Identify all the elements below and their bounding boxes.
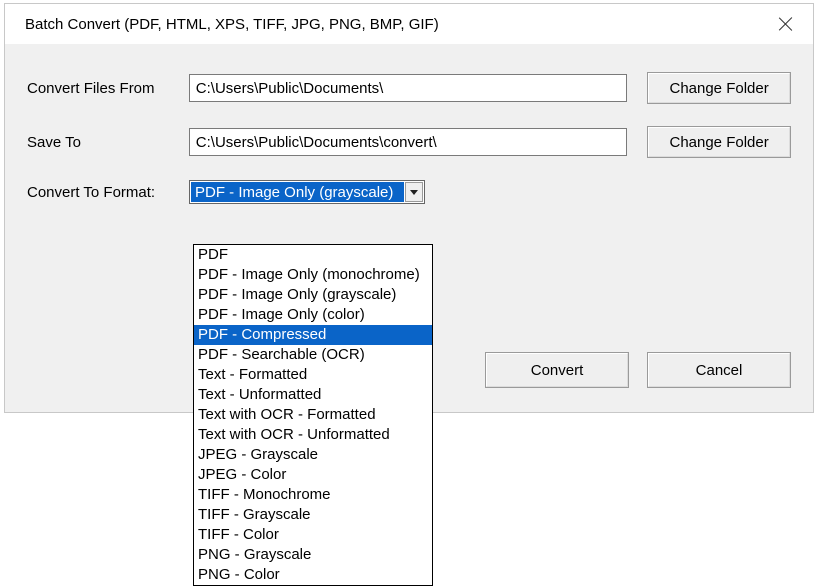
row-convert-from: Convert Files From Change Folder	[27, 72, 791, 104]
format-option[interactable]: TIFF - Grayscale	[194, 505, 432, 525]
format-option[interactable]: JPEG - Grayscale	[194, 445, 432, 465]
row-format: Convert To Format: PDF - Image Only (gra…	[27, 180, 791, 204]
chevron-down-icon[interactable]	[405, 182, 423, 202]
format-option[interactable]: PNG - Color	[194, 565, 432, 585]
change-folder-from-button[interactable]: Change Folder	[647, 72, 791, 104]
format-option[interactable]: Text - Unformatted	[194, 385, 432, 405]
format-option[interactable]: Text - Formatted	[194, 365, 432, 385]
format-option[interactable]: PDF - Searchable (OCR)	[194, 345, 432, 365]
format-option[interactable]: Text with OCR - Formatted	[194, 405, 432, 425]
convert-button[interactable]: Convert	[485, 352, 629, 388]
format-dropdown-list[interactable]: PDFPDF - Image Only (monochrome)PDF - Im…	[193, 244, 433, 586]
format-option[interactable]: TIFF - Color	[194, 525, 432, 545]
change-folder-saveto-button[interactable]: Change Folder	[647, 126, 791, 158]
row-save-to: Save To Change Folder	[27, 126, 791, 158]
format-option[interactable]: Text with OCR - Unformatted	[194, 425, 432, 445]
titlebar: Batch Convert (PDF, HTML, XPS, TIFF, JPG…	[5, 4, 813, 44]
format-combobox[interactable]: PDF - Image Only (grayscale)	[189, 180, 425, 204]
format-option[interactable]: PNG - Grayscale	[194, 545, 432, 565]
format-option[interactable]: PDF - Image Only (monochrome)	[194, 265, 432, 285]
cancel-button[interactable]: Cancel	[647, 352, 791, 388]
input-convert-from[interactable]	[189, 74, 627, 102]
close-icon[interactable]	[779, 17, 793, 31]
footer-buttons: Convert Cancel	[485, 352, 791, 388]
batch-convert-dialog: Batch Convert (PDF, HTML, XPS, TIFF, JPG…	[4, 3, 814, 413]
format-option[interactable]: PDF	[194, 245, 432, 265]
format-option[interactable]: PDF - Compressed	[194, 325, 432, 345]
label-convert-from: Convert Files From	[27, 80, 189, 97]
format-option[interactable]: TIFF - Monochrome	[194, 485, 432, 505]
label-save-to: Save To	[27, 134, 189, 151]
input-save-to[interactable]	[189, 128, 627, 156]
dialog-body: Convert Files From Change Folder Save To…	[5, 44, 813, 204]
format-option[interactable]: PDF - Image Only (grayscale)	[194, 285, 432, 305]
label-format: Convert To Format:	[27, 184, 189, 201]
format-combobox-selected: PDF - Image Only (grayscale)	[191, 182, 404, 202]
format-option[interactable]: PDF - Image Only (color)	[194, 305, 432, 325]
dialog-title: Batch Convert (PDF, HTML, XPS, TIFF, JPG…	[25, 16, 439, 33]
format-option[interactable]: JPEG - Color	[194, 465, 432, 485]
